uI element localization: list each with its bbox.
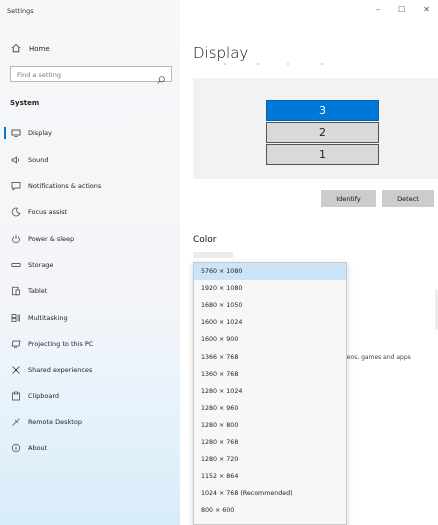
maximize-button[interactable]: ☐ xyxy=(398,5,405,14)
resolution-option[interactable]: 1680 × 1050 xyxy=(194,297,346,314)
minimize-button[interactable]: – xyxy=(376,5,380,14)
hidden-setting-text: deos, games and apps xyxy=(343,354,411,361)
main-content: – ☐ ✕ Display 3 2 1 Identify Detect Colo… xyxy=(180,0,438,525)
search-placeholder: Find a setting xyxy=(17,71,61,79)
home-label: Home xyxy=(29,45,50,53)
sidebar-item-clipboard[interactable]: Clipboard xyxy=(0,387,180,405)
sidebar-item-label: Display xyxy=(28,129,52,137)
remote-desktop-icon xyxy=(6,417,26,427)
sidebar-item-label: Projecting to this PC xyxy=(28,340,94,348)
sidebar-item-label: Storage xyxy=(28,261,54,269)
shared-icon xyxy=(6,365,26,375)
monitor-3[interactable]: 3 xyxy=(266,100,379,121)
home-icon xyxy=(11,43,21,55)
page-title: Display xyxy=(193,44,249,62)
sidebar-item-label: Shared experiences xyxy=(28,366,93,374)
home-nav-item[interactable]: Home xyxy=(11,43,50,55)
resolution-option[interactable]: 1280 × 720 xyxy=(194,451,346,468)
power-icon xyxy=(6,234,26,244)
sidebar-item-label: Tablet xyxy=(28,287,48,295)
monitor-1[interactable]: 1 xyxy=(266,144,379,165)
clipboard-icon xyxy=(6,391,26,401)
resolution-option[interactable]: 1024 × 768 (Recommended) xyxy=(194,485,346,502)
sidebar-item-label: About xyxy=(28,444,48,452)
sidebar-item-projecting[interactable]: Projecting to this PC xyxy=(0,335,180,353)
resolution-option[interactable]: 1280 × 960 xyxy=(194,400,346,417)
info-icon xyxy=(6,443,26,453)
resolution-option[interactable]: 1152 × 864 xyxy=(194,468,346,485)
sidebar-item-label: Power & sleep xyxy=(28,235,75,243)
resolution-option[interactable]: 800 × 600 xyxy=(194,502,346,519)
sidebar-item-label: Sound xyxy=(28,156,49,164)
section-label-system: System xyxy=(10,99,40,107)
color-heading: Color xyxy=(193,235,217,245)
resolution-option[interactable]: 1280 × 1024 xyxy=(194,383,346,400)
sidebar-item-multitasking[interactable]: Multitasking xyxy=(0,309,180,327)
resolution-option[interactable]: 1280 × 768 xyxy=(194,434,346,451)
projecting-icon xyxy=(6,339,26,349)
sidebar-item-label: Remote Desktop xyxy=(28,418,82,426)
faded-label xyxy=(193,252,233,258)
window-title: Settings xyxy=(7,7,34,15)
detect-button[interactable]: Detect xyxy=(382,190,434,207)
storage-icon xyxy=(6,260,26,270)
sidebar-item-focus-assist[interactable]: Focus assist xyxy=(0,203,180,221)
sidebar-item-label: Notifications & actions xyxy=(28,182,102,190)
sidebar: Settings Home Find a setting System Disp… xyxy=(0,0,180,525)
resolution-dropdown[interactable]: 5760 × 1080 1920 × 1080 1680 × 1050 1600… xyxy=(193,262,347,525)
identify-button[interactable]: Identify xyxy=(321,190,376,207)
moon-icon xyxy=(6,207,26,217)
resolution-option-selected[interactable]: 5760 × 1080 xyxy=(194,263,346,281)
tablet-icon xyxy=(6,286,26,296)
resolution-option[interactable]: 1360 × 768 xyxy=(194,366,346,383)
close-button[interactable]: ✕ xyxy=(423,5,430,14)
sidebar-item-shared-experiences[interactable]: Shared experiences xyxy=(0,361,180,379)
resolution-option[interactable]: 1600 × 1024 xyxy=(194,314,346,331)
monitor-arrangement: 3 2 1 xyxy=(193,78,438,179)
notification-icon xyxy=(6,181,26,191)
resolution-option[interactable]: 1600 × 900 xyxy=(194,331,346,348)
faded-text-decoration xyxy=(224,63,323,65)
sidebar-item-label: Multitasking xyxy=(28,314,68,322)
resolution-option[interactable]: 1366 × 768 xyxy=(194,348,346,365)
multitasking-icon xyxy=(6,313,26,323)
sidebar-item-power-sleep[interactable]: Power & sleep xyxy=(0,230,180,248)
sidebar-item-label: Clipboard xyxy=(28,392,60,400)
monitor-2[interactable]: 2 xyxy=(266,122,379,143)
resolution-option[interactable]: 1920 × 1080 xyxy=(194,280,346,297)
sidebar-item-storage[interactable]: Storage xyxy=(0,256,180,274)
search-icon[interactable] xyxy=(156,70,166,84)
sidebar-item-tablet[interactable]: Tablet xyxy=(0,282,180,300)
sidebar-item-about[interactable]: About xyxy=(0,439,180,457)
search-input[interactable]: Find a setting xyxy=(10,66,172,84)
sidebar-item-display[interactable]: Display xyxy=(0,124,180,142)
sidebar-item-sound[interactable]: Sound xyxy=(0,151,180,169)
monitor-icon xyxy=(6,128,26,138)
sidebar-item-remote-desktop[interactable]: Remote Desktop xyxy=(0,413,180,431)
window-controls: – ☐ ✕ xyxy=(376,5,430,14)
sidebar-item-notifications[interactable]: Notifications & actions xyxy=(0,177,180,195)
resolution-option[interactable]: 1280 × 800 xyxy=(194,417,346,434)
sidebar-item-label: Focus assist xyxy=(28,208,68,216)
speaker-icon xyxy=(6,155,26,165)
